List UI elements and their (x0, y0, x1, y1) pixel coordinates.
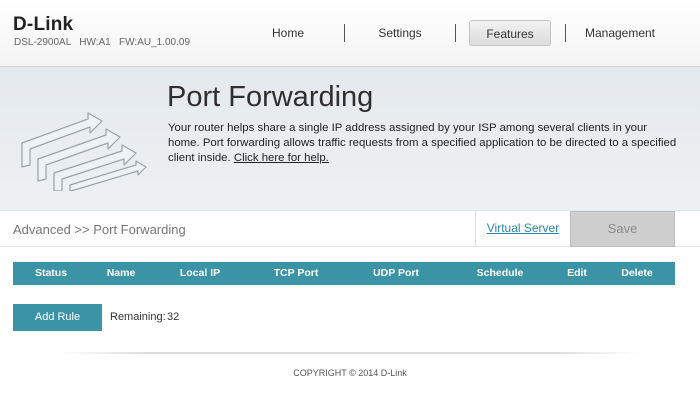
footer-divider (60, 352, 640, 354)
remaining-label: Remaining: (110, 311, 166, 323)
column-name: Name (106, 267, 136, 279)
add-rule-button[interactable]: Add Rule (13, 304, 102, 331)
nav-divider (455, 24, 456, 42)
nav-home[interactable]: Home (248, 20, 328, 46)
column-edit: Edit (567, 267, 587, 279)
column-delete: Delete (621, 267, 653, 279)
nav-features[interactable]: Features (469, 20, 551, 46)
column-status: Status (34, 267, 68, 279)
help-link[interactable]: Click here for help. (234, 152, 329, 164)
nav-management[interactable]: Management (578, 20, 662, 46)
page-banner: Port Forwarding Your router helps share … (0, 67, 700, 210)
breadcrumb: Advanced >> Port Forwarding (13, 222, 186, 237)
nav-divider (565, 24, 566, 42)
rules-table-header: Status Name Local IP TCP Port UDP Port S… (13, 262, 675, 285)
column-local-ip: Local IP (179, 267, 221, 279)
nav-divider (344, 24, 345, 42)
model-info: DSL-2900AL HW:A1 FW:AU_1.00.09 (14, 37, 191, 48)
page-description: Your router helps share a single IP addr… (168, 121, 678, 166)
header-bar: D-Link DSL-2900AL HW:A1 FW:AU_1.00.09 Ho… (0, 0, 700, 67)
remaining-count: 32 (167, 311, 180, 323)
column-tcp-port: TCP Port (273, 267, 319, 279)
column-udp-port: UDP Port (373, 267, 419, 279)
brand-logo: D-Link (13, 14, 74, 35)
virtual-server-link[interactable]: Virtual Server (475, 211, 570, 246)
copyright: COPYRIGHT © 2014 D-Link (293, 368, 407, 378)
port-forwarding-icon (21, 112, 147, 191)
page-title: Port Forwarding (167, 81, 374, 113)
breadcrumb-bar: Advanced >> Port Forwarding Virtual Serv… (0, 210, 700, 247)
nav-settings[interactable]: Settings (358, 20, 442, 46)
save-button[interactable]: Save (570, 211, 675, 247)
column-schedule: Schedule (476, 267, 524, 279)
